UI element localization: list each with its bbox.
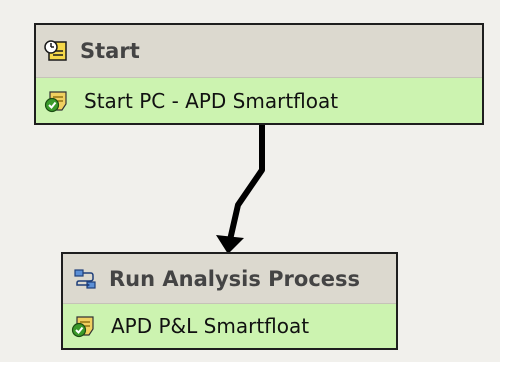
start-node-step[interactable]: Start PC - APD Smartfloat bbox=[36, 77, 482, 123]
step-label: APD P&L Smartfloat bbox=[111, 314, 310, 338]
start-node-header[interactable]: Start bbox=[36, 25, 482, 77]
start-node[interactable]: Start Start PC - APD Smartfloat bbox=[34, 23, 484, 125]
run-analysis-node-step[interactable]: APD P&L Smartfloat bbox=[63, 303, 396, 348]
node-title: Run Analysis Process bbox=[109, 266, 361, 291]
node-title: Start bbox=[80, 39, 140, 63]
clock-note-icon bbox=[44, 39, 68, 63]
run-analysis-node-header[interactable]: Run Analysis Process bbox=[63, 254, 396, 303]
check-clipboard-icon bbox=[44, 89, 68, 113]
step-label: Start PC - APD Smartfloat bbox=[84, 88, 339, 113]
connector-line bbox=[227, 125, 265, 241]
run-analysis-node[interactable]: Run Analysis Process APD P&L Smartfloat bbox=[61, 252, 398, 350]
check-clipboard-icon bbox=[71, 314, 95, 338]
process-flow-icon bbox=[73, 267, 97, 291]
